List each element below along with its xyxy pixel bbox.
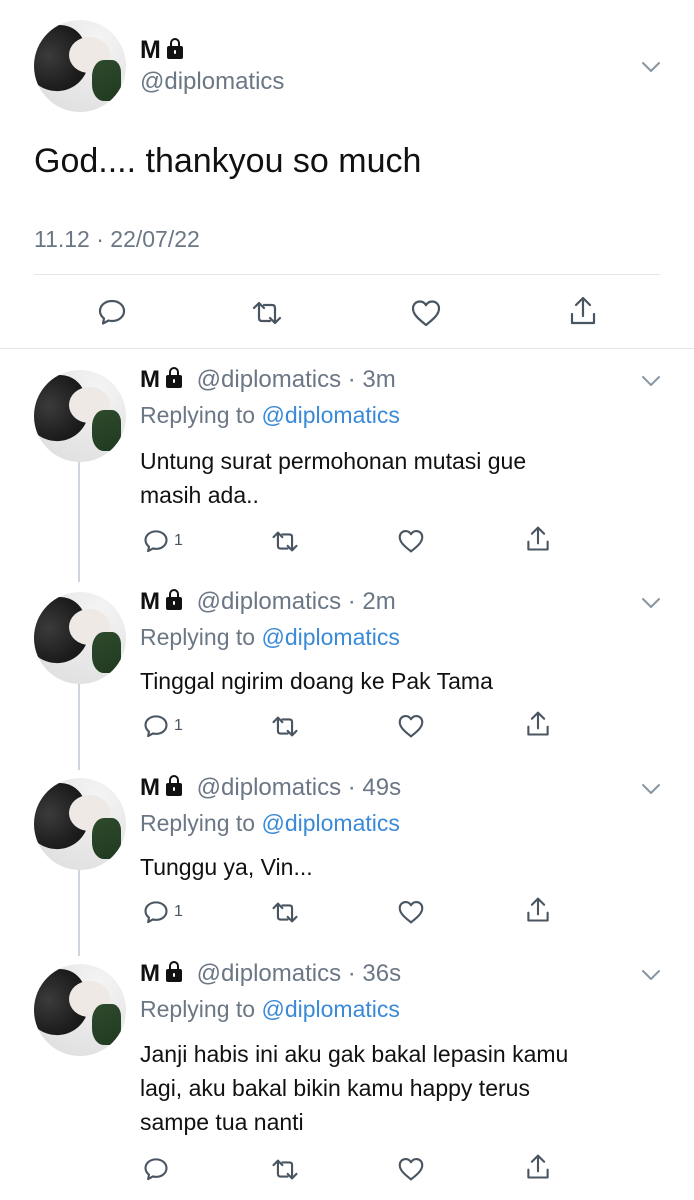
like-icon[interactable] (397, 528, 425, 554)
author-name[interactable]: M (140, 366, 160, 393)
reply-time[interactable]: · 49s (348, 774, 401, 801)
replying-to-label: Replying to (140, 402, 256, 428)
reply-text: Janji habis ini aku gak bakal lepasin ka… (140, 1037, 568, 1139)
replying-to: Replying to @diplomatics (140, 624, 400, 651)
chevron-down-icon[interactable] (640, 56, 662, 78)
lock-icon (166, 367, 182, 388)
replying-to: Replying to @diplomatics (140, 996, 400, 1023)
avatar[interactable] (34, 778, 126, 870)
reply-header: M @diplomatics · 49s (140, 774, 401, 802)
section-divider (0, 348, 694, 349)
reply-time[interactable]: · 36s (348, 960, 401, 987)
reply-text-line: Tinggal ngirim doang ke Pak Tama (140, 668, 493, 694)
replying-to-handle[interactable]: @diplomatics (261, 810, 399, 836)
share-icon[interactable] (524, 895, 552, 925)
reply-header: M @diplomatics · 36s (140, 960, 401, 988)
replying-to-label: Replying to (140, 810, 256, 836)
thread-line (78, 462, 80, 582)
reply-time[interactable]: · 2m (348, 588, 396, 615)
replying-to: Replying to @diplomatics (140, 810, 400, 837)
author-handle[interactable]: @diplomatics (197, 960, 341, 987)
comment-icon[interactable] (142, 898, 170, 926)
lock-icon (166, 775, 182, 796)
replying-to-handle[interactable]: @diplomatics (261, 624, 399, 650)
lock-icon (166, 961, 182, 982)
comment-icon[interactable] (142, 527, 170, 555)
reply-text-line: lagi, aku bakal bikin kamu happy terus (140, 1075, 530, 1101)
reply-count: 1 (174, 532, 183, 549)
like-icon[interactable] (410, 298, 442, 328)
avatar[interactable] (34, 20, 126, 112)
reply-header: M @diplomatics · 2m (140, 588, 396, 616)
reply-text-line: masih ada.. (140, 482, 259, 508)
author-name[interactable]: M (140, 774, 160, 801)
thread-line (78, 870, 80, 956)
retweet-icon[interactable] (250, 298, 284, 328)
reply-time[interactable]: · 3m (348, 366, 396, 393)
share-icon[interactable] (524, 524, 552, 554)
author-name-row: M (140, 36, 183, 65)
retweet-icon[interactable] (270, 528, 300, 555)
reply-text-line: sampe tua nanti (140, 1109, 304, 1135)
reply-text-line: Tunggu ya, Vin... (140, 854, 313, 880)
share-icon[interactable] (524, 1152, 552, 1182)
author-name[interactable]: M (140, 960, 160, 987)
author-name[interactable]: M (140, 36, 161, 64)
tweet-text: God.... thankyou so much (34, 142, 422, 180)
reply-text: Untung surat permohonan mutasi gue masih… (140, 444, 526, 512)
avatar[interactable] (34, 370, 126, 462)
avatar[interactable] (34, 964, 126, 1056)
chevron-down-icon[interactable] (640, 370, 662, 392)
replying-to-handle[interactable]: @diplomatics (261, 402, 399, 428)
replying-to-label: Replying to (140, 996, 256, 1022)
reply-header: M @diplomatics · 3m (140, 366, 396, 394)
comment-icon[interactable] (142, 1155, 170, 1183)
author-handle[interactable]: @diplomatics (197, 774, 341, 801)
replying-to-handle[interactable]: @diplomatics (261, 996, 399, 1022)
retweet-icon[interactable] (270, 1156, 300, 1183)
reply-count: 1 (174, 717, 183, 734)
avatar[interactable] (34, 592, 126, 684)
author-handle[interactable]: @diplomatics (197, 588, 341, 615)
reply-text-line: Janji habis ini aku gak bakal lepasin ka… (140, 1041, 569, 1067)
replying-to-label: Replying to (140, 624, 256, 650)
reply-text: Tunggu ya, Vin... (140, 850, 313, 884)
chevron-down-icon[interactable] (640, 778, 662, 800)
like-icon[interactable] (397, 1156, 425, 1182)
lock-icon (166, 589, 182, 610)
author-handle[interactable]: @diplomatics (197, 366, 341, 393)
author-handle[interactable]: @diplomatics (140, 68, 284, 96)
share-icon[interactable] (524, 709, 552, 739)
reply-text: Tinggal ngirim doang ke Pak Tama (140, 664, 493, 698)
replying-to: Replying to @diplomatics (140, 402, 400, 429)
retweet-icon[interactable] (270, 899, 300, 926)
reply-count: 1 (174, 903, 183, 920)
author-name[interactable]: M (140, 588, 160, 615)
retweet-icon[interactable] (270, 713, 300, 740)
divider (34, 274, 660, 275)
share-icon[interactable] (567, 294, 599, 328)
thread-line (78, 684, 80, 770)
like-icon[interactable] (397, 899, 425, 925)
tweet-timestamp[interactable]: 11.12 · 22/07/22 (34, 226, 200, 253)
chevron-down-icon[interactable] (640, 592, 662, 614)
comment-icon[interactable] (96, 296, 128, 328)
reply-text-line: Untung surat permohonan mutasi gue (140, 448, 527, 474)
comment-icon[interactable] (142, 712, 170, 740)
chevron-down-icon[interactable] (640, 964, 662, 986)
lock-icon (166, 38, 183, 59)
like-icon[interactable] (397, 713, 425, 739)
